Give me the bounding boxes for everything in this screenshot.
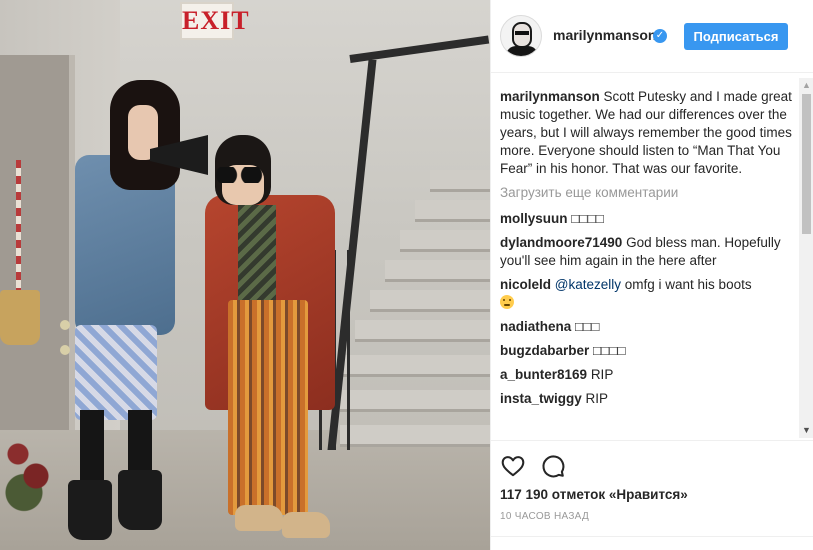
- comment-item: bugzdabarber □□□□: [500, 342, 795, 360]
- comment-mention-link[interactable]: @katezelly: [555, 277, 621, 292]
- broom-head: [0, 290, 40, 345]
- post-caption: marilynmanson Scott Putesky and I made g…: [500, 88, 795, 178]
- person-right-shoe: [235, 505, 283, 531]
- broom: [16, 160, 21, 310]
- comment-username[interactable]: bugzdabarber: [500, 343, 589, 358]
- caption-username[interactable]: marilynmanson: [500, 89, 600, 104]
- load-more-comments-link[interactable]: Загрузить еще комментарии: [500, 184, 795, 202]
- photo-stairs: [340, 170, 490, 490]
- comment-item: nadiathena □□□: [500, 318, 795, 336]
- person-right-shirt: [238, 205, 276, 315]
- comment-text: omfg i want his boots: [621, 277, 752, 292]
- comment-item: dylandmoore71490 God bless man. Hopefull…: [500, 234, 795, 270]
- divider: [491, 536, 813, 537]
- follow-button[interactable]: Подписаться: [684, 23, 788, 50]
- stair-railing: [349, 35, 490, 63]
- comment-username[interactable]: dylandmoore71490: [500, 235, 622, 250]
- person-left-leg: [80, 410, 104, 490]
- comment-icon[interactable]: [540, 453, 566, 479]
- avatar[interactable]: [500, 15, 542, 57]
- post-actions: 117 190 отметок «Нравится» 10 ЧАСОВ НАЗА…: [491, 440, 813, 550]
- comment-username[interactable]: insta_twiggy: [500, 391, 582, 406]
- comment-text: □□□□: [593, 343, 626, 358]
- comment-username[interactable]: a_bunter8169: [500, 367, 587, 382]
- comment-username[interactable]: mollysuun: [500, 211, 568, 226]
- scroll-up-arrow-icon[interactable]: ▲: [799, 78, 813, 93]
- sunglasses: [214, 167, 264, 183]
- comments-scrollbar[interactable]: ▲ ▼: [799, 78, 813, 438]
- scrollbar-thumb[interactable]: [802, 94, 811, 234]
- photo-doorknob: [60, 345, 70, 355]
- likes-count[interactable]: 117 190 отметок «Нравится»: [500, 487, 688, 502]
- comment-item: mollysuun □□□□: [500, 210, 795, 228]
- post-sidebar: marilynmanson ✓ Подписаться marilynmanso…: [490, 0, 813, 550]
- post-timestamp: 10 ЧАСОВ НАЗАД: [500, 511, 590, 522]
- exit-sign: EXIT: [180, 2, 249, 40]
- verified-badge-icon: ✓: [653, 29, 667, 43]
- comment-text: □□□: [575, 319, 600, 334]
- post-photo[interactable]: EXIT: [0, 0, 490, 550]
- comment-item: nicoleld @katezelly omfg i want his boot…: [500, 276, 795, 312]
- comment-item: insta_twiggy RIP: [500, 390, 795, 408]
- comment-item: a_bunter8169 RIP: [500, 366, 795, 384]
- comment-text: RIP: [585, 391, 609, 406]
- comment-text: RIP: [590, 367, 614, 382]
- plant: [0, 410, 60, 520]
- photo-doorknob: [60, 320, 70, 330]
- comments-list[interactable]: marilynmanson Scott Putesky and I made g…: [500, 88, 795, 438]
- comment-username[interactable]: nicoleld: [500, 277, 551, 292]
- author-username[interactable]: marilynmanson: [553, 27, 656, 43]
- person-left-pants: [75, 325, 157, 420]
- person-left-boot: [68, 480, 112, 540]
- person-right-pants: [228, 300, 308, 515]
- comment-username[interactable]: nadiathena: [500, 319, 571, 334]
- scroll-down-arrow-icon[interactable]: ▼: [799, 423, 813, 438]
- heart-icon[interactable]: [500, 453, 526, 479]
- emoji-icon: [500, 295, 514, 309]
- person-right-shoe: [282, 512, 330, 538]
- post-header: marilynmanson ✓ Подписаться: [491, 0, 813, 73]
- person-left-boot: [118, 470, 162, 530]
- comment-text: □□□□: [571, 211, 604, 226]
